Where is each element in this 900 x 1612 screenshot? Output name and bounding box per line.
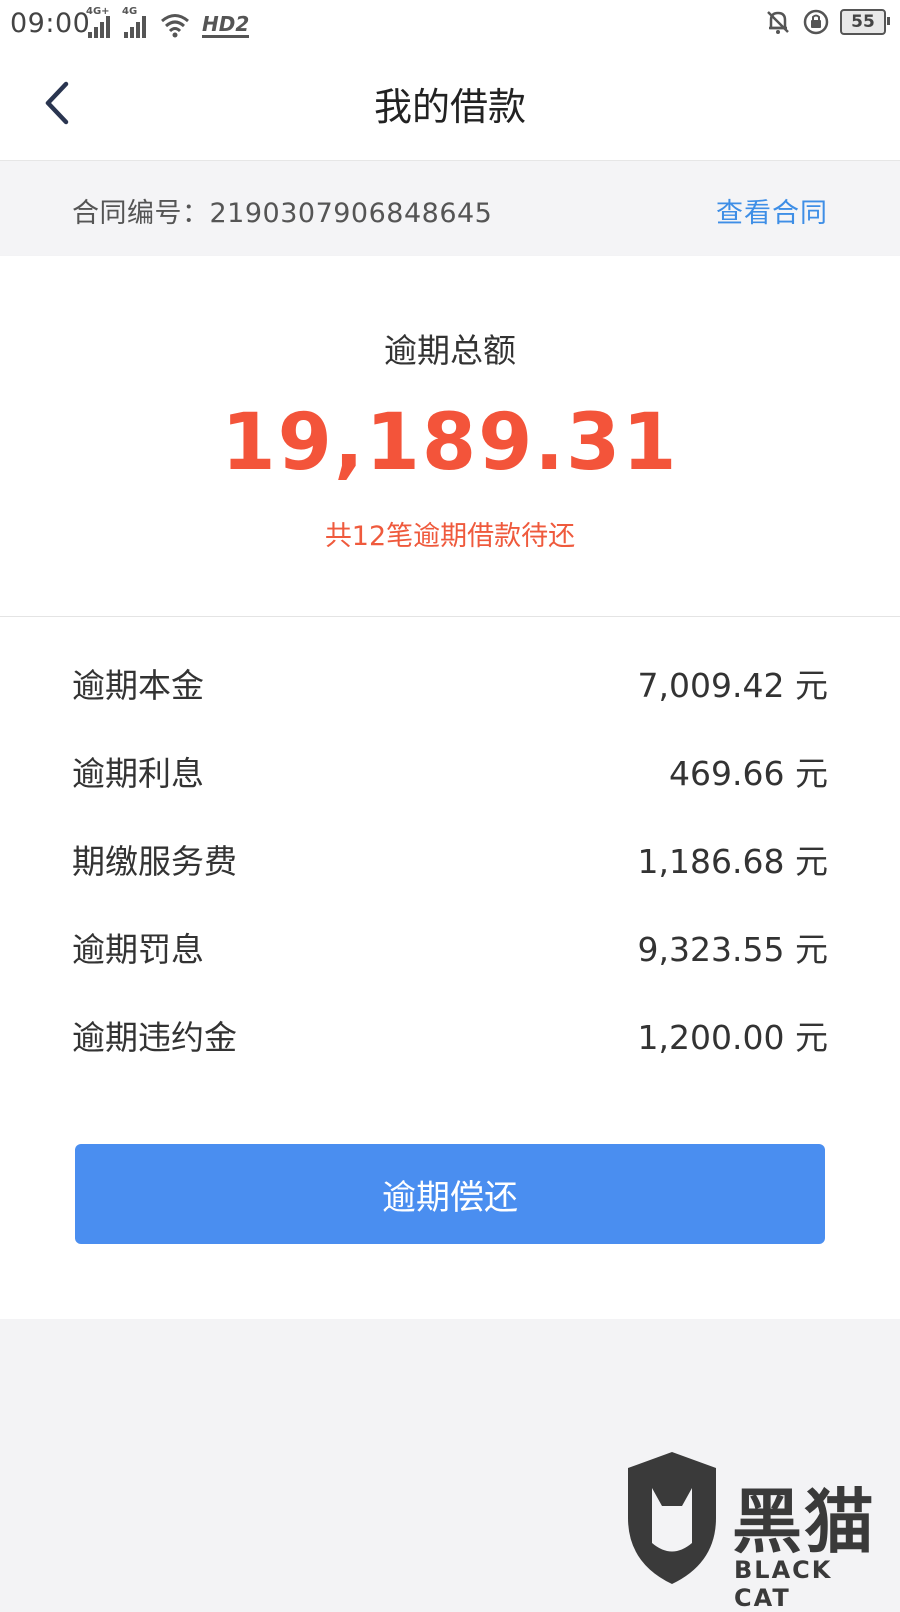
detail-label: 逾期罚息 — [72, 930, 204, 969]
black-cat-shield-icon — [628, 1452, 716, 1584]
detail-row: 逾期利息 469.66 元 — [72, 746, 828, 796]
page-title: 我的借款 — [373, 85, 526, 129]
signal-type-label: 4G+ — [86, 6, 110, 17]
signal-type-label: 4G — [122, 6, 138, 17]
detail-row: 逾期罚息 9,323.55 元 — [72, 922, 828, 972]
watermark-subtext: BLACK CAT — [734, 1556, 833, 1612]
detail-value: 469.66 元 — [669, 754, 828, 793]
nav-bar: 我的借款 — [0, 46, 900, 161]
detail-value: 1,186.68 元 — [637, 842, 828, 881]
status-bar: 09:00 4G+ 4G HD2 55 — [0, 0, 900, 46]
detail-row: 逾期违约金 1,200.00 元 — [72, 1010, 828, 1060]
mute-bell-icon — [767, 11, 789, 34]
black-cat-watermark: 黑猫 BLACK CAT — [622, 1444, 892, 1612]
view-contract-link[interactable]: 查看合同 — [716, 191, 828, 230]
detail-label: 逾期违约金 — [72, 1018, 237, 1057]
overdue-summary: 逾期总额 19,189.31 共12笔逾期借款待还 — [0, 256, 900, 617]
overdue-total-label: 逾期总额 — [384, 331, 516, 370]
battery-icon: 55 — [840, 9, 890, 35]
signal-icon: 4G+ — [86, 6, 110, 38]
overdue-repay-button[interactable]: 逾期偿还 — [75, 1144, 825, 1244]
status-icons-left: 4G+ 4G HD2 — [86, 6, 250, 38]
detail-label: 期缴服务费 — [72, 842, 237, 881]
detail-value: 1,200.00 元 — [637, 1018, 828, 1057]
watermark-text: 黑猫 — [732, 1481, 876, 1563]
contract-bar: 合同编号：2190307906848645 查看合同 — [0, 161, 900, 255]
detail-row: 期缴服务费 1,186.68 元 — [72, 834, 828, 884]
detail-label: 逾期利息 — [72, 754, 204, 793]
rotation-lock-icon — [803, 9, 829, 35]
overdue-total-amount: 19,189.31 — [221, 398, 679, 488]
detail-row: 逾期本金 7,009.42 元 — [72, 658, 828, 708]
status-icons-right: 55 — [764, 8, 890, 36]
hd-voice-icon: HD2 — [202, 12, 250, 38]
status-time: 09:00 — [10, 8, 91, 39]
signal-icon: 4G — [122, 6, 146, 38]
contract-number: 合同编号：2190307906848645 — [72, 198, 493, 229]
detail-label: 逾期本金 — [72, 666, 204, 705]
detail-value: 9,323.55 元 — [637, 930, 828, 969]
detail-value: 7,009.42 元 — [637, 666, 828, 705]
wifi-icon — [161, 14, 189, 38]
overdue-details: 逾期本金 7,009.42 元 逾期利息 469.66 元 期缴服务费 1,18… — [0, 617, 900, 1319]
overdue-count-note: 共12笔逾期借款待还 — [324, 521, 576, 552]
